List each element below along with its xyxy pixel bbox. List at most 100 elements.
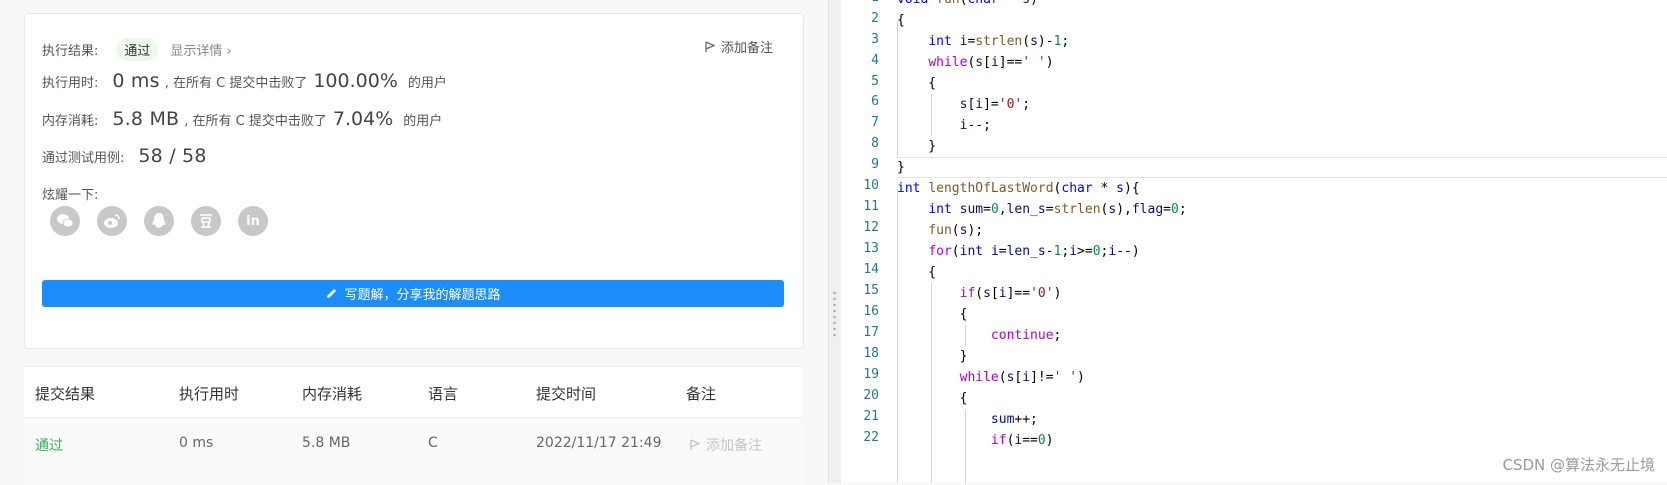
- tests-value: 58 / 58: [138, 145, 207, 167]
- weibo-icon[interactable]: [97, 206, 127, 236]
- code-line-15: if(s[i]=='0'): [959, 286, 1062, 301]
- memory-label: 内存消耗:: [42, 114, 99, 129]
- code-line-20: {: [897, 391, 968, 406]
- col-status: 提交结果: [35, 385, 96, 403]
- linkedin-icon[interactable]: in: [238, 206, 268, 236]
- line-number: 22: [863, 430, 879, 445]
- runtime-label: 执行用时:: [42, 76, 99, 91]
- line-number: 6: [871, 94, 879, 109]
- panel-splitter[interactable]: [828, 0, 842, 483]
- share-icons: in: [50, 206, 268, 236]
- runtime-users-text: 的用户: [407, 76, 447, 91]
- row-memory: 5.8 MB: [302, 435, 351, 451]
- status-badge: 通过: [116, 38, 159, 61]
- row-lang: C: [428, 435, 438, 451]
- memory-row: 内存消耗: 5.8 MB , 在所有 C 提交中击败了 7.04% 的用户: [42, 108, 442, 130]
- line-number: 11: [863, 199, 879, 214]
- code-line-3: int i=strlen(s)-1;: [928, 34, 1070, 49]
- line-number: 17: [863, 325, 879, 340]
- details-link[interactable]: 显示详情 ›: [170, 40, 231, 59]
- line-number: 8: [871, 136, 879, 151]
- wechat-icon[interactable]: [50, 206, 80, 236]
- code-line-8: }: [897, 139, 937, 154]
- tests-row: 通过测试用例: 58 / 58: [42, 145, 212, 167]
- write-solution-label: 写题解，分享我的解题思路: [344, 288, 501, 303]
- line-number: 19: [863, 367, 879, 382]
- memory-percent: 7.04%: [332, 108, 394, 130]
- col-submitted: 提交时间: [536, 385, 597, 403]
- col-note: 备注: [686, 385, 717, 403]
- flag-icon: [705, 40, 715, 52]
- line-number: 10: [863, 178, 879, 193]
- result-row: 执行结果: 通过 显示详情 ›: [42, 38, 232, 61]
- table-header: 提交结果 执行用时 内存消耗 语言 提交时间 备注: [24, 367, 802, 417]
- row-add-note-button[interactable]: 添加备注: [690, 435, 762, 455]
- code-line-2: {: [897, 13, 905, 28]
- runtime-percent: 100.00%: [313, 70, 398, 92]
- code-line-7: i--;: [959, 118, 991, 133]
- row-submitted: 2022/11/17 21:49: [536, 435, 662, 451]
- line-number-gutter: 1 2 3 4 6 5 7 8 9 10 11 12 13 14 15 16 1…: [841, 0, 891, 483]
- code-line-16: {: [897, 307, 968, 322]
- pencil-icon: [327, 289, 337, 298]
- memory-text: , 在所有 C 提交中击败了: [184, 114, 327, 129]
- row-add-note-label: 添加备注: [706, 438, 762, 454]
- row-status[interactable]: 通过: [35, 435, 63, 455]
- share-label: 炫耀一下:: [42, 188, 99, 203]
- line-number: 3: [871, 32, 879, 47]
- runtime-row: 执行用时: 0 ms , 在所有 C 提交中击败了 100.00% 的用户: [42, 70, 447, 92]
- line-number: 5: [871, 74, 879, 89]
- code-line-10: int lengthOfLastWord(char * s){: [897, 181, 1140, 196]
- code-line-4: while(s[i]==' '): [928, 55, 1054, 70]
- row-time: 0 ms: [179, 435, 214, 451]
- line-number: 20: [863, 388, 879, 403]
- tests-label: 通过测试用例:: [42, 151, 125, 166]
- code-line-22: if(i==0): [990, 433, 1054, 448]
- code-area[interactable]: void fun(char * s) { int i=strlen(s)-1; …: [897, 0, 1667, 483]
- code-line-18: }: [897, 349, 968, 364]
- line-number: 1: [871, 0, 879, 5]
- line-number: 14: [863, 262, 879, 277]
- flag-icon: [690, 439, 700, 450]
- left-panel: 执行结果: 通过 显示详情 › 添加备注 执行用时: 0 ms , 在所有 C …: [0, 0, 828, 485]
- code-line-1: void fun(char * s): [897, 0, 1038, 10]
- code-line-17: continue;: [990, 328, 1062, 343]
- line-number: 13: [863, 241, 879, 256]
- submissions-table: 提交结果 执行用时 内存消耗 语言 提交时间 备注 通过 0 ms 5.8 MB…: [24, 366, 802, 485]
- douban-icon[interactable]: [191, 206, 221, 236]
- code-editor[interactable]: 1 2 3 4 6 5 7 8 9 10 11 12 13 14 15 16 1…: [841, 0, 1667, 483]
- details-link-label: 显示详情: [170, 44, 223, 59]
- memory-users-text: 的用户: [403, 114, 443, 129]
- line-number: 16: [863, 304, 879, 319]
- col-time: 执行用时: [179, 385, 240, 403]
- watermark: CSDN @算法永无止境: [1502, 456, 1655, 474]
- add-note-button[interactable]: 添加备注: [705, 37, 773, 56]
- line-number: 7: [871, 115, 879, 130]
- line-number: 21: [863, 409, 879, 424]
- line-number: 4: [871, 53, 879, 68]
- code-line-5: {: [897, 76, 937, 91]
- code-line-11: int sum=0,len_s=strlen(s),flag=0;: [928, 202, 1187, 217]
- result-card: 执行结果: 通过 显示详情 › 添加备注 执行用时: 0 ms , 在所有 C …: [24, 13, 804, 349]
- line-number: 12: [863, 220, 879, 235]
- line-number: 2: [871, 11, 879, 26]
- qq-icon[interactable]: [144, 206, 174, 236]
- table-row[interactable]: 通过 0 ms 5.8 MB C 2022/11/17 21:49 添加备注: [24, 417, 802, 485]
- code-line-13: for(int i=len_s-1;i>=0;i--): [928, 244, 1140, 259]
- memory-value: 5.8 MB: [112, 108, 180, 130]
- code-line-12: fun(s);: [928, 223, 984, 238]
- col-lang: 语言: [428, 385, 459, 403]
- code-line-19: while(s[i]!=' '): [959, 370, 1085, 385]
- share-label-row: 炫耀一下:: [42, 184, 98, 203]
- result-label: 执行结果:: [42, 44, 99, 59]
- col-memory: 内存消耗: [302, 385, 363, 403]
- line-number: 9: [871, 157, 879, 172]
- write-solution-button[interactable]: 写题解，分享我的解题思路: [42, 280, 784, 307]
- code-line-9: }: [897, 160, 905, 175]
- code-line-6: s[i]='0';: [959, 97, 1031, 112]
- add-note-label: 添加备注: [720, 41, 773, 56]
- code-line-21: sum++;: [990, 412, 1038, 427]
- splitter-handle[interactable]: [833, 290, 836, 340]
- line-number: 18: [863, 346, 879, 361]
- line-number: 15: [863, 283, 879, 298]
